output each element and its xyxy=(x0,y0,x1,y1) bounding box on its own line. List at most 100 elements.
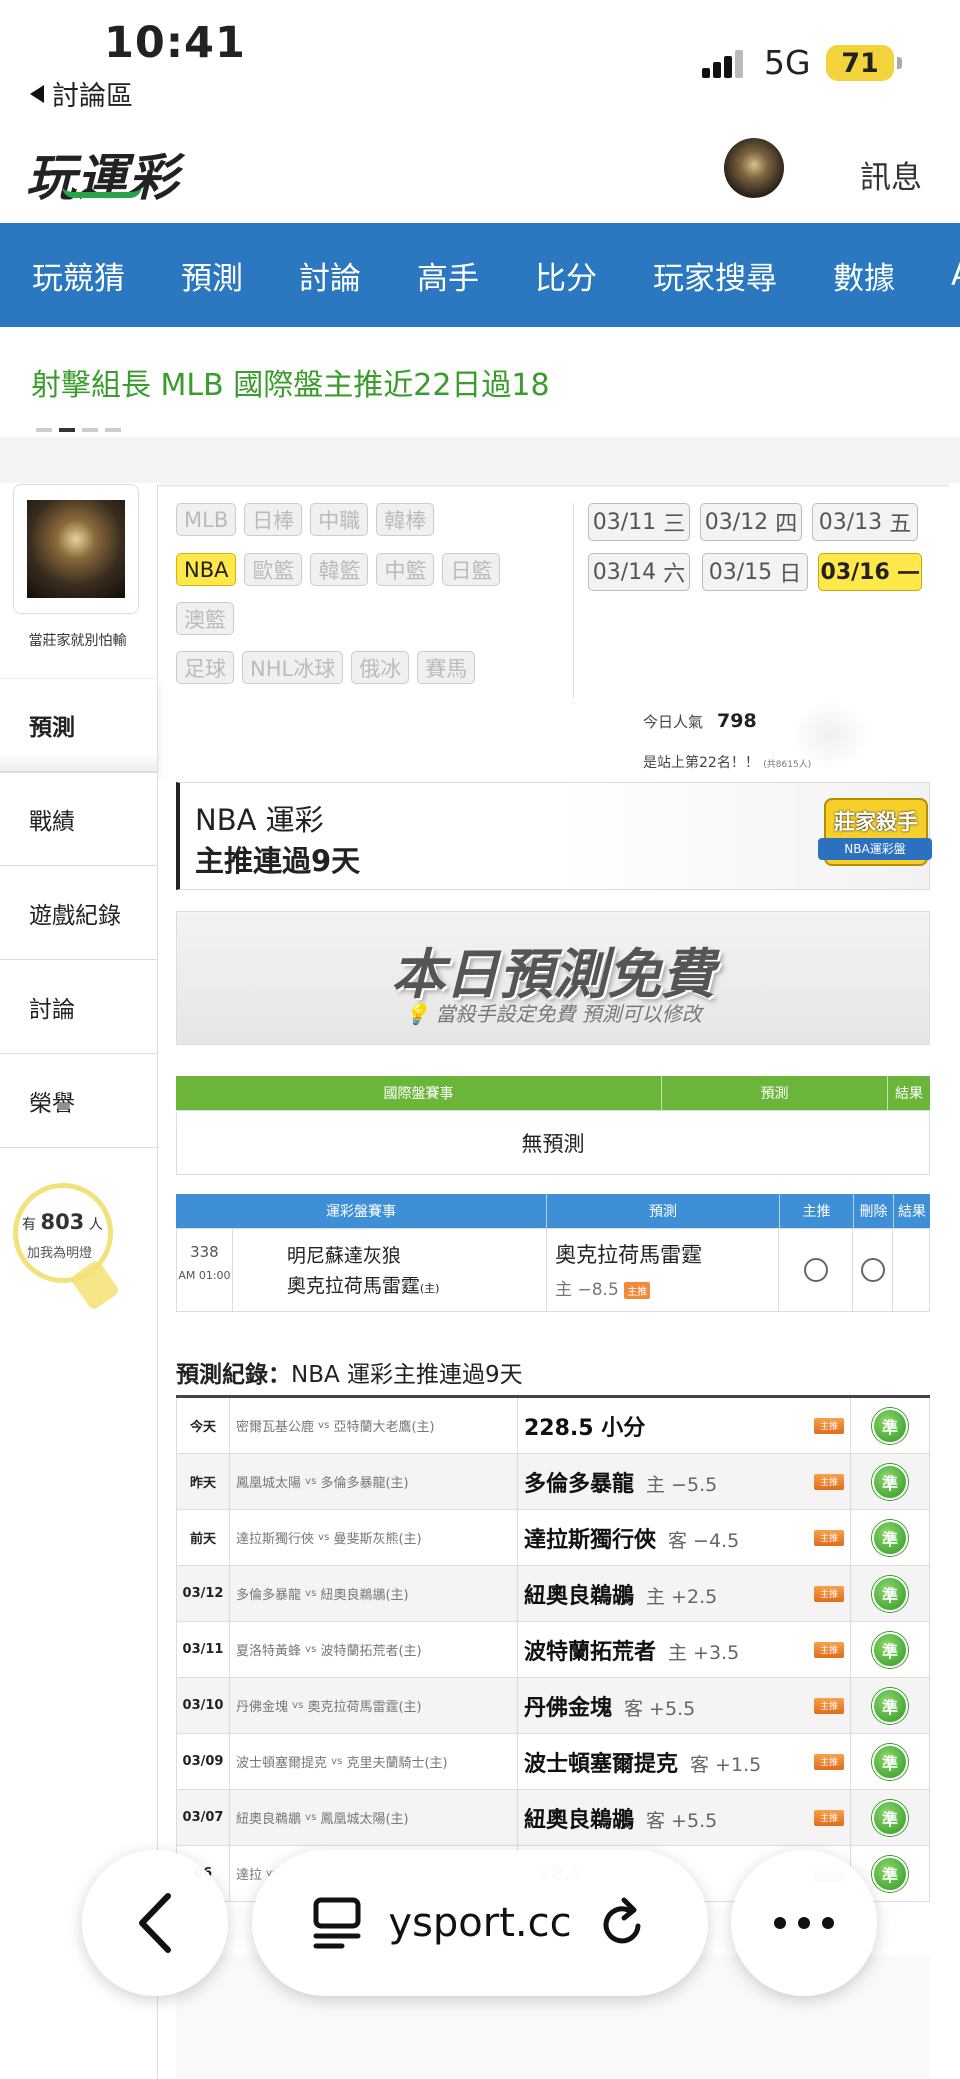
league-chip-npb[interactable]: 日棒 xyxy=(244,503,303,536)
record-pick-cell: 紐奧良鵜鶘主 +2.5 主推 xyxy=(518,1566,851,1621)
record-result-cell: 準 xyxy=(851,1566,929,1621)
status-time: 10:41 xyxy=(104,18,246,68)
badge-ribbon: NBA運彩盤 xyxy=(818,838,932,860)
nav-item-experts[interactable]: 高手 xyxy=(417,253,479,298)
fan-count-number: 803 xyxy=(40,1210,85,1234)
league-row-1: MLB 日棒 中職 韓棒 xyxy=(176,503,435,536)
user-avatar[interactable] xyxy=(724,138,784,198)
side-tab-record[interactable]: 戰績 xyxy=(0,772,157,866)
league-chip-nba[interactable]: NBA xyxy=(176,553,237,586)
record-matchup[interactable]: 鳳凰城太陽 vs 多倫多暴龍(主) xyxy=(230,1454,518,1509)
correct-badge-icon: 準 xyxy=(872,1799,908,1836)
record-pick: 達拉斯獨行俠 xyxy=(524,1527,657,1553)
back-to-app-button[interactable]: 討論區 xyxy=(30,74,133,113)
correct-badge-icon: 準 xyxy=(872,1687,908,1724)
date-chip[interactable]: 03/11 三 xyxy=(588,503,690,541)
table-row: 03/07 紐奧良鵜鶘 vs 鳳凰城太陽(主) 紐奧良鵜鶘客 +5.5 主推 準 xyxy=(176,1790,930,1846)
correct-badge-icon: 準 xyxy=(872,1463,908,1500)
league-chip-euro-basketball[interactable]: 歐籃 xyxy=(244,553,303,586)
league-chip-kbo[interactable]: 韓棒 xyxy=(376,503,435,536)
record-matchup[interactable]: 波士頓塞爾提克 vs 克里夫蘭騎士(主) xyxy=(230,1734,518,1789)
reload-icon[interactable] xyxy=(598,1896,648,1950)
nba-banner-title: NBA 運彩 xyxy=(195,803,324,837)
record-matchup[interactable]: 紐奧良鵜鶘 vs 鳳凰城太陽(主) xyxy=(230,1790,518,1845)
delete-cell xyxy=(853,1229,894,1311)
league-chip-khl[interactable]: 俄冰 xyxy=(351,651,410,684)
correct-badge-icon: 準 xyxy=(872,1519,908,1556)
record-day: 昨天 xyxy=(177,1454,230,1509)
record-pick: 228.5 小分 xyxy=(524,1415,646,1441)
league-chip-soccer[interactable]: 足球 xyxy=(176,651,234,684)
record-line: 客 −4.5 xyxy=(668,1529,740,1552)
record-pick-cell: 多倫多暴龍主 −5.5 主推 xyxy=(518,1454,851,1509)
nav-item-scores[interactable]: 比分 xyxy=(535,253,597,298)
nav-item-player-search[interactable]: 玩家搜尋 xyxy=(653,253,777,298)
table-row: 338 AM 01:00 明尼蘇達灰狼 奧克拉荷馬雷霆(主) 奧克拉荷馬雷霆 主… xyxy=(176,1228,930,1312)
site-logo[interactable]: 玩運彩 xyxy=(26,138,179,210)
record-pick-cell: 達拉斯獨行俠客 −4.5 主推 xyxy=(518,1510,851,1565)
record-title: 預測紀錄：NBA 運彩主推連過9天 xyxy=(176,1362,523,1388)
side-tab-honors[interactable]: 榮譽 xyxy=(0,1054,157,1148)
record-result-cell: 準 xyxy=(851,1790,929,1845)
date-chip-selected[interactable]: 03/16 一 xyxy=(818,553,922,591)
follow-label[interactable]: 加我為明燈 xyxy=(27,1242,92,1261)
nav-item-app[interactable]: AP xyxy=(951,257,960,293)
header-sport-match: 運彩盤賽事 xyxy=(176,1194,547,1228)
home-team: 奧克拉荷馬雷霆 xyxy=(286,1275,420,1297)
record-result-cell: 準 xyxy=(851,1678,929,1733)
back-triangle-icon xyxy=(30,84,44,103)
nav-item-data[interactable]: 數據 xyxy=(833,253,895,298)
league-chip-korea-basketball[interactable]: 韓籃 xyxy=(310,553,369,586)
messages-link[interactable]: 訊息 xyxy=(860,152,922,197)
header-delete: 刪除 xyxy=(854,1194,894,1228)
table-row: 03/12 多倫多暴龍 vs 紐奧良鵜鶘(主) 紐奧良鵜鶘主 +2.5 主推 準 xyxy=(176,1566,930,1622)
game-number: 338 xyxy=(190,1243,219,1261)
main-pick-tag: 主推 xyxy=(814,1417,844,1434)
nav-item-play[interactable]: 玩競猜 xyxy=(32,253,125,298)
record-result-cell: 準 xyxy=(851,1734,929,1789)
profile-avatar[interactable] xyxy=(27,500,125,598)
carousel-dots[interactable] xyxy=(36,428,121,432)
league-chip-horse-racing[interactable]: 賽馬 xyxy=(417,651,476,684)
league-row-4: 足球 NHL冰球 俄冰 賽馬 xyxy=(176,651,476,684)
game-number-cell: 338 AM 01:00 xyxy=(177,1229,233,1311)
delete-radio[interactable] xyxy=(860,1258,885,1282)
date-chip[interactable]: 03/15 日 xyxy=(702,553,808,591)
league-chip-japan-basketball[interactable]: 日籃 xyxy=(442,553,501,586)
main-pick-radio[interactable] xyxy=(803,1258,828,1282)
league-chip-mlb[interactable]: MLB xyxy=(176,503,237,536)
record-result-cell: 準 xyxy=(851,1398,929,1453)
popularity: 今日人氣 798 xyxy=(643,710,757,732)
table-row: 今天 密爾瓦基公鹿 vs 亞特蘭大老鷹(主) 228.5 小分 主推 準 xyxy=(176,1398,930,1454)
main-pick-tag: 主推 xyxy=(624,1281,651,1299)
nav-item-discuss[interactable]: 討論 xyxy=(299,253,361,298)
correct-badge-icon: 準 xyxy=(872,1631,908,1668)
league-chip-china-basketball[interactable]: 中籃 xyxy=(376,553,435,586)
side-tab-predict[interactable]: 預測 xyxy=(0,678,157,772)
network-type: 5G xyxy=(764,43,811,82)
record-matchup[interactable]: 夏洛特黃蜂 vs 波特蘭拓荒者(主) xyxy=(230,1622,518,1677)
record-day: 03/10 xyxy=(177,1678,230,1733)
date-chip[interactable]: 03/13 五 xyxy=(812,503,918,541)
league-chip-nhl[interactable]: NHL冰球 xyxy=(242,651,344,684)
record-line: 客 +5.5 xyxy=(624,1697,696,1720)
table-row: 03/10 丹佛金塊 vs 奧克拉荷馬雷霆(主) 丹佛金塊客 +5.5 主推 準 xyxy=(176,1678,930,1734)
league-chip-australia-basketball[interactable]: 澳籃 xyxy=(176,602,234,635)
browser-address-bar[interactable]: ysport.cc xyxy=(252,1850,708,1996)
record-matchup[interactable]: 丹佛金塊 vs 奧克拉荷馬雷霆(主) xyxy=(230,1678,518,1733)
header-result: 結果 xyxy=(895,1086,923,1102)
nav-item-predict[interactable]: 預測 xyxy=(181,253,243,298)
browser-more-button[interactable] xyxy=(731,1850,877,1996)
league-chip-cpbl[interactable]: 中職 xyxy=(310,503,369,536)
record-matchup[interactable]: 達拉斯獨行俠 vs 曼斐斯灰熊(主) xyxy=(230,1510,518,1565)
browser-back-button[interactable] xyxy=(82,1850,228,1996)
side-tab-discuss[interactable]: 討論 xyxy=(0,960,157,1054)
record-pick: 紐奧良鵜鶘 xyxy=(524,1583,635,1609)
record-result-cell: 準 xyxy=(851,1454,929,1509)
side-tab-game-log[interactable]: 遊戲紀錄 xyxy=(0,866,157,960)
headline-link[interactable]: 射擊組長 MLB 國際盤主推近22日過18 xyxy=(31,360,550,404)
date-chip[interactable]: 03/12 四 xyxy=(700,503,802,541)
date-chip[interactable]: 03/14 六 xyxy=(588,553,690,591)
record-matchup[interactable]: 密爾瓦基公鹿 vs 亞特蘭大老鷹(主) xyxy=(230,1398,518,1453)
record-matchup[interactable]: 多倫多暴龍 vs 紐奧良鵜鶘(主) xyxy=(230,1566,518,1621)
